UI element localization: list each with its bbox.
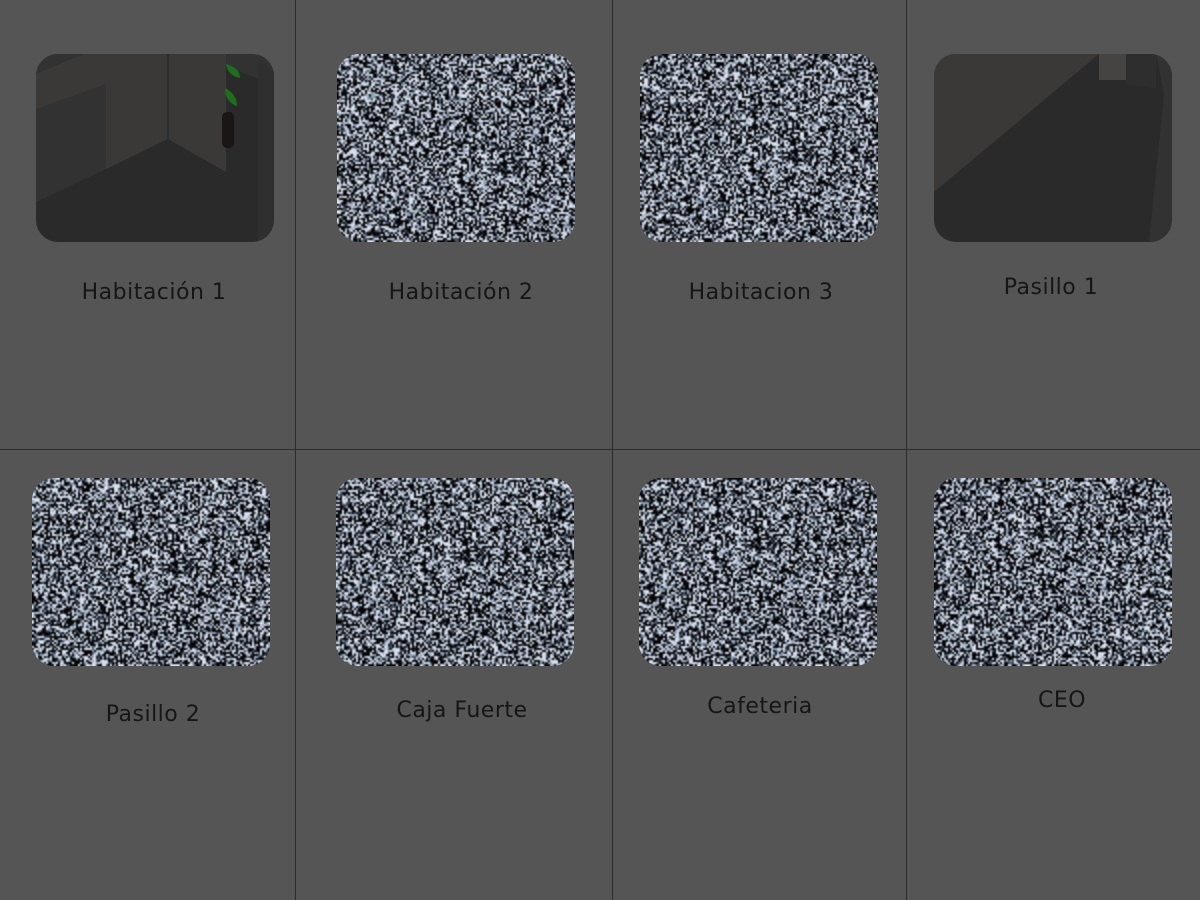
camera-feed-static [934,478,1172,666]
grid-divider [612,0,613,900]
grid-divider [906,0,907,900]
static-noise-icon [336,478,574,666]
camera-grid: Habitación 1 Habitación 2 Habitacion 3 P… [0,0,1200,900]
camera-label: Caja Fuerte [396,698,528,723]
static-noise-icon [934,478,1172,666]
camera-feed-static [337,54,575,242]
camera-feed-static [32,478,270,666]
room-view-icon [36,54,274,242]
camera-label: Habitación 1 [81,280,227,305]
camera-feed-static [336,478,574,666]
camera-label: Cafeteria [707,694,813,719]
static-noise-icon [32,478,270,666]
camera-feed-static [639,478,877,666]
camera-feed-static [640,54,878,242]
camera-label: Habitación 2 [388,280,534,305]
grid-divider [295,0,296,900]
camera-feed-room-1 [36,54,274,242]
static-noise-icon [640,54,878,242]
camera-label: CEO [1037,688,1087,713]
camera-label: Pasillo 2 [105,702,201,727]
camera-label: Habitacion 3 [688,280,834,305]
camera-label: Pasillo 1 [1003,275,1099,300]
static-noise-icon [639,478,877,666]
grid-divider [0,449,1200,450]
hallway-view-icon [934,54,1172,242]
camera-feed-hallway [934,54,1172,242]
static-noise-icon [337,54,575,242]
